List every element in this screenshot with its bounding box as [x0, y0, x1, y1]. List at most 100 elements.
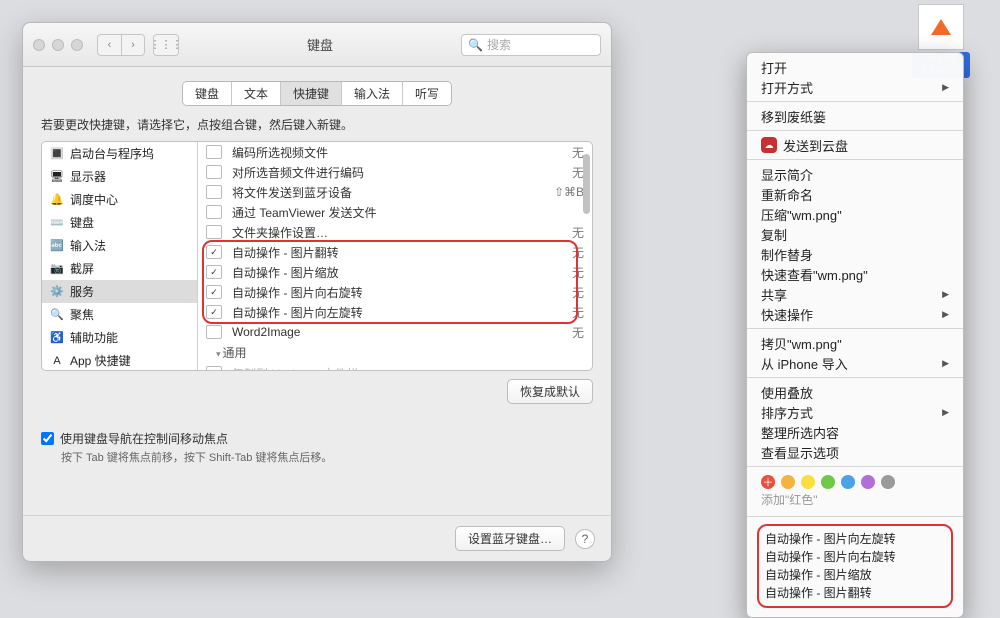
search-input[interactable]: 🔍 搜索	[461, 34, 601, 56]
service-group[interactable]: 通用	[198, 342, 592, 363]
menu-copy[interactable]: 复制	[747, 224, 963, 244]
service-name: 文件夹操作设置…	[232, 224, 530, 241]
tag-color[interactable]	[881, 475, 895, 489]
menu-sort-by[interactable]: 排序方式▶	[747, 402, 963, 422]
menu-share[interactable]: 共享▶	[747, 284, 963, 304]
search-placeholder: 搜索	[487, 36, 511, 53]
service-row[interactable]: 自动操作 - 图片向右旋转无	[198, 282, 592, 302]
service-checkbox[interactable]	[206, 305, 222, 319]
service-checkbox[interactable]	[206, 185, 222, 199]
tag-color[interactable]	[781, 475, 795, 489]
tab-shortcuts[interactable]: 快捷键	[281, 82, 342, 105]
category-icon: 🔤	[50, 239, 64, 253]
tab-dictation[interactable]: 听写	[403, 82, 451, 105]
scrollbar[interactable]	[582, 144, 590, 368]
bluetooth-keyboard-button[interactable]: 设置蓝牙键盘…	[455, 526, 565, 551]
menu-auto-action[interactable]: 自动操作 - 图片向右旋转	[765, 548, 945, 566]
menu-alias[interactable]: 制作替身	[747, 244, 963, 264]
menu-show-view[interactable]: 查看显示选项	[747, 442, 963, 462]
menu-quicklook[interactable]: 快速查看"wm.png"	[747, 264, 963, 284]
forward-button[interactable]: ›	[121, 34, 145, 56]
category-item[interactable]: 🔳启动台与程序坞	[42, 142, 197, 165]
tag-color[interactable]	[821, 475, 835, 489]
keyboard-nav-checkbox[interactable]	[41, 432, 54, 445]
tag-color[interactable]	[841, 475, 855, 489]
menu-rename[interactable]: 重新命名	[747, 184, 963, 204]
category-item[interactable]: AApp 快捷键	[42, 349, 197, 370]
close-icon[interactable]	[33, 39, 45, 51]
zoom-icon[interactable]	[71, 39, 83, 51]
service-checkbox[interactable]	[206, 285, 222, 299]
service-checkbox[interactable]	[206, 225, 222, 239]
menu-auto-action[interactable]: 自动操作 - 图片向左旋转	[765, 530, 945, 548]
service-name: 编码所选视频文件	[232, 144, 530, 161]
category-item[interactable]: ♿辅助功能	[42, 326, 197, 349]
scroll-thumb[interactable]	[583, 154, 590, 214]
search-icon: 🔍	[468, 38, 483, 52]
service-row[interactable]: 对所选音频文件进行编码无	[198, 162, 592, 182]
service-checkbox[interactable]	[206, 366, 222, 370]
category-item[interactable]: 📷截屏	[42, 257, 197, 280]
tab-input[interactable]: 输入法	[342, 82, 403, 105]
tab-keyboard[interactable]: 键盘	[183, 82, 232, 105]
category-item[interactable]: 🔔调度中心	[42, 188, 197, 211]
service-shortcut: 无	[530, 324, 584, 341]
help-button[interactable]: ?	[575, 529, 595, 549]
menu-copy-item[interactable]: 拷贝"wm.png"	[747, 333, 963, 353]
category-item[interactable]: ⚙️ 服务	[42, 280, 197, 303]
restore-defaults-button[interactable]: 恢复成默认	[507, 379, 593, 404]
tab-selector[interactable]: 键盘 文本 快捷键 输入法 听写	[182, 81, 452, 106]
service-row[interactable]: 文件夹操作设置…无	[198, 222, 592, 242]
menu-use-stacks[interactable]: 使用叠放	[747, 382, 963, 402]
service-checkbox[interactable]	[206, 145, 222, 159]
menu-compress[interactable]: 压缩"wm.png"	[747, 204, 963, 224]
menu-open[interactable]: 打开	[747, 57, 963, 77]
separator	[747, 516, 963, 517]
minimize-icon[interactable]	[52, 39, 64, 51]
separator	[747, 377, 963, 378]
category-item[interactable]: ⌨️键盘	[42, 211, 197, 234]
menu-cleanup[interactable]: 整理所选内容	[747, 422, 963, 442]
category-icon: ⚙️	[50, 285, 64, 299]
file-thumbnail	[918, 4, 964, 50]
tab-text[interactable]: 文本	[232, 82, 281, 105]
service-row[interactable]: 将文件发送到蓝牙设备⇧⌘B	[198, 182, 592, 202]
category-item[interactable]: 🔤输入法	[42, 234, 197, 257]
category-item[interactable]: 🖥显示器	[42, 165, 197, 188]
menu-send-cloud[interactable]: ☁发送到云盘	[747, 135, 963, 155]
menu-auto-action[interactable]: 自动操作 - 图片缩放	[765, 566, 945, 584]
window-toolbar: ‹ › ⋮⋮⋮ 键盘 🔍 搜索	[23, 23, 611, 67]
service-checkbox[interactable]	[206, 165, 222, 179]
menu-quick-actions[interactable]: 快速操作▶	[747, 304, 963, 324]
service-row[interactable]: 通过 TeamViewer 发送文件	[198, 202, 592, 222]
service-row[interactable]: 自动操作 - 图片翻转无	[198, 242, 592, 262]
hint-text: 若要更改快捷键，请选择它，点按组合键，然后键入新键。	[41, 116, 593, 133]
service-row[interactable]: 复制到 Unclutter 文件栏	[198, 363, 592, 370]
show-all-button[interactable]: ⋮⋮⋮	[153, 34, 179, 56]
highlighted-actions: 自动操作 - 图片向左旋转自动操作 - 图片向右旋转自动操作 - 图片缩放自动操…	[757, 524, 953, 608]
service-list[interactable]: 编码所选视频文件无对所选音频文件进行编码无将文件发送到蓝牙设备⇧⌘B通过 Tea…	[198, 142, 592, 370]
service-checkbox[interactable]	[206, 325, 222, 339]
tag-add-icon[interactable]: ＋	[761, 475, 775, 489]
category-label: 服务	[70, 283, 94, 300]
chevron-right-icon: ▶	[942, 289, 949, 300]
service-row[interactable]: 自动操作 - 图片缩放无	[198, 262, 592, 282]
service-checkbox[interactable]	[206, 265, 222, 279]
menu-trash[interactable]: 移到废纸篓	[747, 106, 963, 126]
service-row[interactable]: 编码所选视频文件无	[198, 142, 592, 162]
back-button[interactable]: ‹	[97, 34, 121, 56]
tabs: 键盘 文本 快捷键 输入法 听写	[23, 67, 611, 116]
tag-color[interactable]	[861, 475, 875, 489]
service-name: Word2Image	[232, 325, 530, 339]
category-list[interactable]: 🔳启动台与程序坞🖥显示器🔔调度中心⌨️键盘🔤输入法📷截屏 ⚙️ 服务 🔍聚焦♿辅助功能…	[42, 142, 198, 370]
tag-color[interactable]	[801, 475, 815, 489]
menu-import-iphone[interactable]: 从 iPhone 导入▶	[747, 353, 963, 373]
service-checkbox[interactable]	[206, 245, 222, 259]
service-row[interactable]: 自动操作 - 图片向左旋转无	[198, 302, 592, 322]
category-item[interactable]: 🔍聚焦	[42, 303, 197, 326]
service-row[interactable]: Word2Image无	[198, 322, 592, 342]
menu-open-with[interactable]: 打开方式▶	[747, 77, 963, 97]
menu-get-info[interactable]: 显示简介	[747, 164, 963, 184]
service-checkbox[interactable]	[206, 205, 222, 219]
menu-auto-action[interactable]: 自动操作 - 图片翻转	[765, 584, 945, 602]
